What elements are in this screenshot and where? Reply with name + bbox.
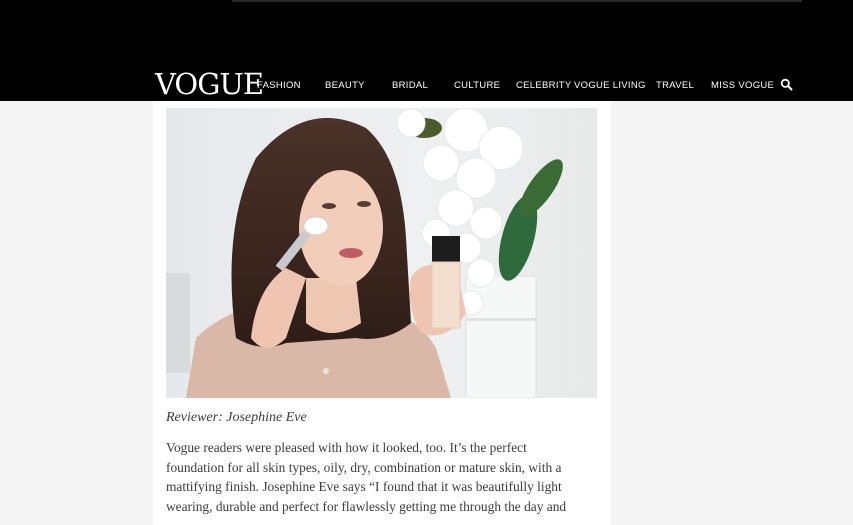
search-icon[interactable] [780,78,793,91]
body-line: foundation for all skin types, oily, dry… [166,459,562,475]
nav-item-celebrity[interactable]: CELEBRITY [516,79,572,93]
nav-item-beauty[interactable]: BEAUTY [325,79,365,93]
main-nav: FASHION BEAUTY BRIDAL CULTURE CELEBRITY … [0,79,853,93]
body-line: wearing, durable and perfect for flawles… [166,498,567,514]
site-header: VOGUE FASHION BEAUTY BRIDAL CULTURE CELE… [0,0,853,101]
nav-item-fashion[interactable]: FASHION [257,79,301,93]
article-image [166,108,597,398]
nav-item-vogue-living[interactable]: VOGUE LIVING [574,79,646,93]
body-line: Vogue readers were pleased with how it l… [166,440,527,455]
header-top-line [232,0,802,2]
article-body: Vogue readers were pleased with how it l… [166,438,591,516]
nav-item-travel[interactable]: TRAVEL [656,79,694,93]
body-line: mattifying finish. Josephine Eve says “I… [166,479,562,495]
nav-item-bridal[interactable]: BRIDAL [392,79,428,93]
nav-item-culture[interactable]: CULTURE [454,79,500,93]
nav-item-miss-vogue[interactable]: MISS VOGUE [711,79,774,93]
image-caption: Reviewer: Josephine Eve [166,410,307,425]
